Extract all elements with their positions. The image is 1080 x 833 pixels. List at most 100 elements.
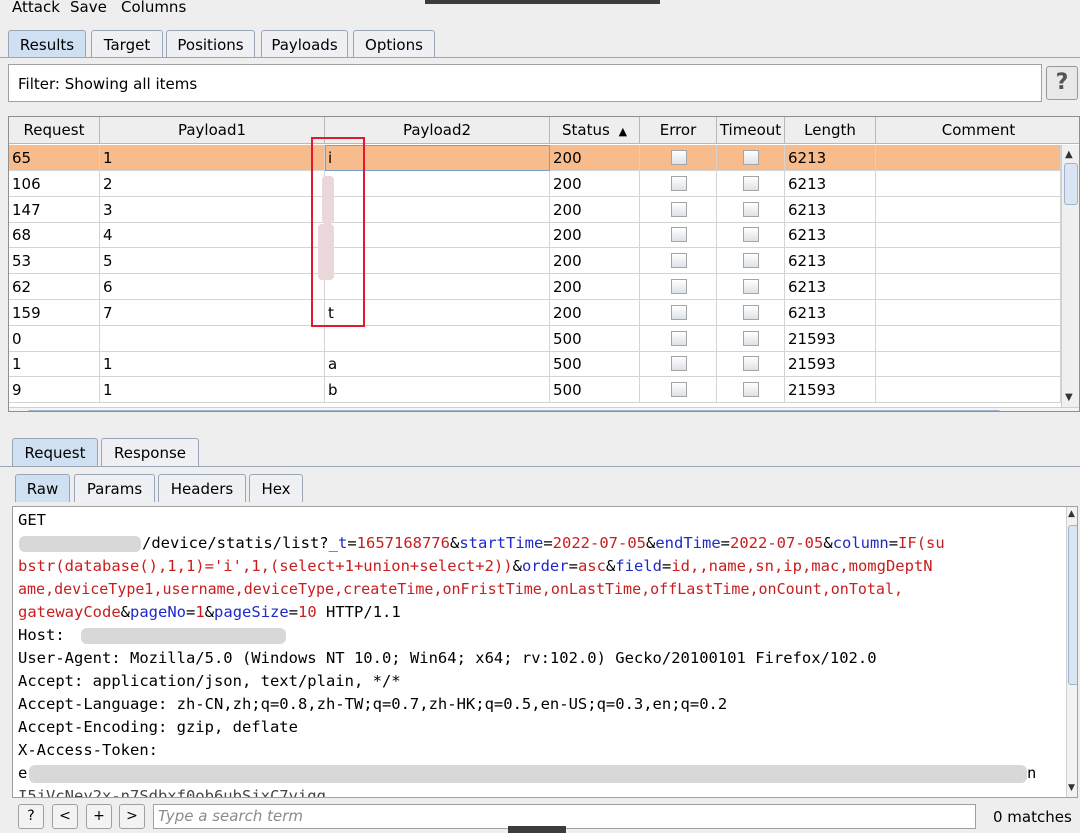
search-next-button[interactable]: > [119,804,145,829]
col-header-comment[interactable]: Comment [876,117,1079,144]
scroll-left-icon[interactable]: ◀ [13,409,21,411]
cell-status: 200 [550,248,640,275]
error-checkbox [671,382,687,398]
editor-scrollbar[interactable]: ▲ ▼ [1066,507,1077,797]
error-checkbox [671,356,687,372]
col-header-status[interactable]: Status ▲ [550,117,640,144]
cell-timeout [717,196,785,223]
cell-error [640,325,717,352]
tab-raw[interactable]: Raw [15,474,70,502]
table-row[interactable]: 68 4 200 6213 [9,222,1061,249]
error-checkbox [671,304,687,320]
tab-request[interactable]: Request [12,438,98,466]
cell-comment [876,196,1061,223]
tab-response[interactable]: Response [101,438,199,466]
cell-status: 200 [550,145,640,171]
tab-results[interactable]: Results [8,30,86,58]
cell-payload2 [325,325,550,352]
cell-comment [876,145,1061,171]
cell-request: 65 [9,145,100,171]
table-row[interactable]: 0 500 21593 [9,325,1061,352]
cell-payload1: 1 [100,377,325,404]
cell-error [640,299,717,326]
cell-length: 6213 [785,274,876,300]
scrollbar-thumb[interactable] [1064,163,1078,205]
cell-payload1 [100,325,325,352]
cell-payload1: 1 [100,145,325,171]
cell-payload1: 7 [100,299,325,326]
table-vertical-scrollbar[interactable]: ▲ ▼ [1061,145,1079,407]
tab-params[interactable]: Params [74,474,155,502]
cell-timeout [717,248,785,275]
tab-payloads[interactable]: Payloads [261,30,348,58]
tab-headers[interactable]: Headers [158,474,246,502]
error-checkbox [671,330,687,346]
col-header-length[interactable]: Length [785,117,876,144]
scroll-right-icon[interactable]: ▶ [1045,409,1053,411]
editor-scrollbar-thumb[interactable] [1068,525,1077,685]
table-row[interactable]: 9 1 b 500 21593 [9,377,1061,404]
tab-target[interactable]: Target [91,30,163,58]
cell-error [640,196,717,223]
cell-length: 6213 [785,170,876,197]
tab-hex[interactable]: Hex [249,474,303,502]
search-prev-button[interactable]: < [52,804,78,829]
timeout-checkbox [743,382,759,398]
cell-timeout [717,170,785,197]
menu-columns[interactable]: Columns [121,0,186,16]
cell-length: 6213 [785,196,876,223]
cell-comment [876,351,1061,378]
cell-timeout [717,351,785,378]
table-horizontal-scrollbar[interactable]: ◀ ▶ [9,407,1079,411]
window-edge [508,826,566,833]
tab-options[interactable]: Options [353,30,435,58]
scroll-up-icon[interactable]: ▲ [1068,509,1075,519]
redaction-smear [322,176,334,224]
window-edge [425,0,660,4]
table-row[interactable]: 53 5 200 6213 [9,248,1061,275]
scroll-down-icon[interactable]: ▼ [1065,392,1073,403]
cell-length: 6213 [785,145,876,171]
cell-request: 53 [9,248,100,275]
error-checkbox [671,227,687,243]
error-checkbox [671,279,687,294]
timeout-checkbox [743,304,759,320]
col-header-request[interactable]: Request [9,117,100,144]
filter-bar[interactable]: Filter: Showing all items [8,64,1042,102]
token-value-last-line: I5jVcNey2x-n7Sdbxf0ob6ubSjxC7vigg [18,787,326,798]
table-row[interactable]: 106 2 200 6213 [9,170,1061,197]
search-help-button[interactable]: ? [18,804,44,829]
raw-request-editor[interactable]: GET /device/statis/list?_t=1657168776&st… [12,506,1078,798]
menu-attack[interactable]: Attack [12,0,60,16]
col-header-error[interactable]: Error [640,117,717,144]
timeout-checkbox [743,356,759,372]
menu-save[interactable]: Save [70,0,107,16]
error-checkbox [671,253,687,269]
tab-positions[interactable]: Positions [166,30,255,58]
tab-divider [0,57,1080,58]
request-line-method: GET [18,511,46,529]
cell-status: 200 [550,170,640,197]
cell-status: 500 [550,351,640,378]
cell-status: 200 [550,299,640,326]
col-header-payload1[interactable]: Payload1 [100,117,325,144]
table-row[interactable]: 147 3 200 6213 [9,196,1061,223]
help-button[interactable]: ? [1046,66,1078,100]
table-row[interactable]: 159 7 t 200 6213 [9,299,1061,326]
table-row[interactable]: 65 1 i 200 6213 [9,145,1061,171]
hscrollbar-thumb[interactable] [27,410,1001,411]
request-line-url-2: bstr(database(),1,1)='i',1,(select+1+uni… [18,557,933,575]
scroll-up-icon[interactable]: ▲ [1065,149,1073,160]
cell-error [640,222,717,249]
cell-length: 21593 [785,377,876,404]
col-header-timeout[interactable]: Timeout [717,117,785,144]
cell-status: 500 [550,325,640,352]
match-count: 0 matches [993,808,1072,826]
search-add-button[interactable]: + [86,804,112,829]
scroll-down-icon[interactable]: ▼ [1068,783,1075,793]
cell-status: 500 [550,377,640,404]
cell-payload1: 5 [100,248,325,275]
cell-payload2: a [325,351,550,378]
table-row[interactable]: 1 1 a 500 21593 [9,351,1061,378]
table-row[interactable]: 62 6 200 6213 [9,274,1061,300]
